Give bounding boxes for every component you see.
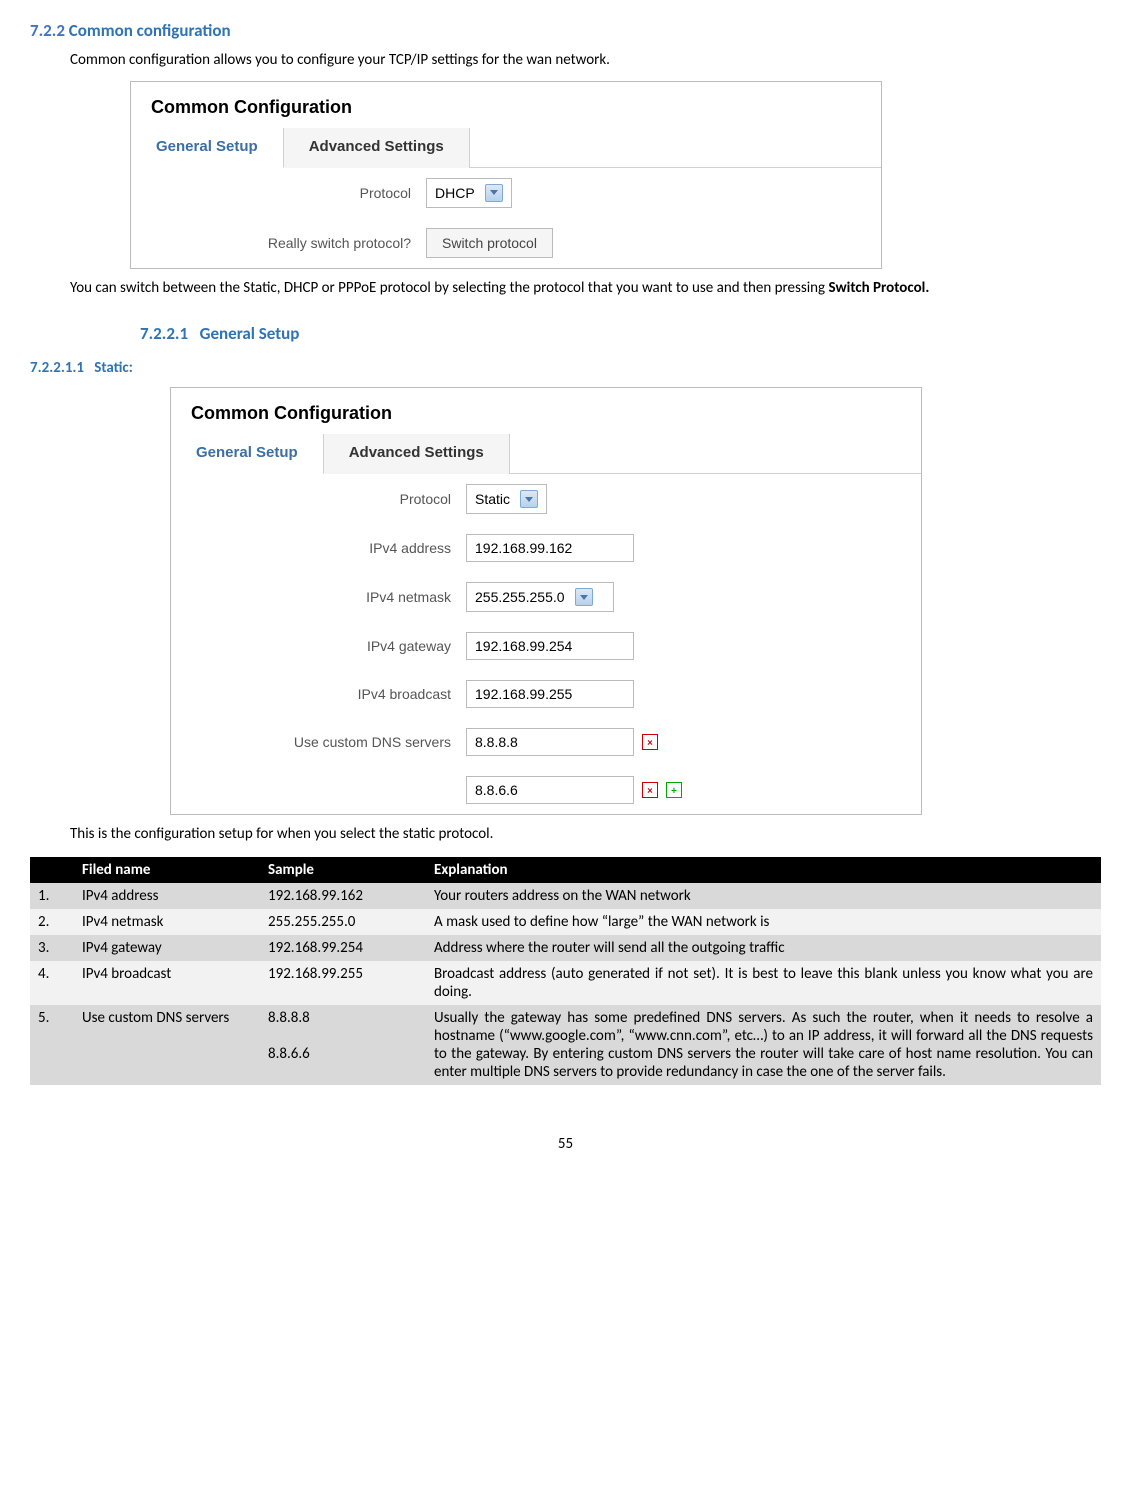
row-dns-1: Use custom DNS servers 8.8.8.8 × [171, 718, 921, 766]
page-number: 55 [30, 1135, 1101, 1153]
field-explanation-table: Filed name Sample Explanation 1. IPv4 ad… [30, 857, 1101, 1085]
panel2-caption: This is the configuration setup for when… [70, 825, 1101, 845]
row-switch-protocol: Really switch protocol? Switch protocol [131, 218, 881, 268]
cell-num: 1. [30, 883, 74, 909]
table-row: 4. IPv4 broadcast 192.168.99.255 Broadca… [30, 961, 1101, 1005]
header-blank [30, 857, 74, 883]
label-ipv4-broadcast: IPv4 broadcast [171, 686, 466, 702]
header-explanation: Explanation [426, 857, 1101, 883]
ipv4-netmask-select[interactable]: 255.255.255.0 [466, 582, 614, 612]
label-protocol: Protocol [171, 491, 466, 507]
chevron-down-icon [520, 490, 538, 508]
table-header-row: Filed name Sample Explanation [30, 857, 1101, 883]
subsubsection-heading: 7.2.2.1.1 Static: [30, 359, 1101, 377]
section-heading: 7.2.2 Common configuration [30, 20, 1101, 41]
table-row: 5. Use custom DNS servers 8.8.8.8 8.8.6.… [30, 1005, 1101, 1085]
row-ipv4-gateway: IPv4 gateway 192.168.99.254 [171, 622, 921, 670]
dns-input-1[interactable]: 8.8.8.8 [466, 728, 634, 756]
label-protocol: Protocol [131, 185, 426, 201]
cell-expl: Broadcast address (auto generated if not… [426, 961, 1101, 1005]
section-number: 7.2.2 [30, 20, 65, 41]
row-ipv4-address: IPv4 address 192.168.99.162 [171, 524, 921, 572]
header-field: Filed name [74, 857, 260, 883]
cell-sample: 192.168.99.254 [260, 935, 426, 961]
cell-sample: 8.8.8.8 8.8.6.6 [260, 1005, 426, 1085]
table-row: 1. IPv4 address 192.168.99.162 Your rout… [30, 883, 1101, 909]
delete-icon[interactable]: × [642, 782, 658, 798]
cell-field: IPv4 netmask [74, 909, 260, 935]
tab-general-setup[interactable]: General Setup [171, 434, 324, 474]
switch-protocol-button[interactable]: Switch protocol [426, 228, 553, 258]
cell-sample: 255.255.255.0 [260, 909, 426, 935]
panel-title: Common Configuration [131, 82, 881, 128]
ipv4-gateway-input[interactable]: 192.168.99.254 [466, 632, 634, 660]
subsection-number: 7.2.2.1 [140, 323, 188, 344]
switch-protocol-bold: Switch Protocol. [829, 279, 930, 297]
tabs: General Setup Advanced Settings [131, 128, 881, 168]
cell-expl: Address where the router will send all t… [426, 935, 1101, 961]
row-dns-2: 8.8.6.6 × + [171, 766, 921, 814]
subsubsection-number: 7.2.2.1.1 [30, 359, 84, 377]
subsection-heading: 7.2.2.1 General Setup [140, 323, 1101, 344]
chevron-down-icon [485, 184, 503, 202]
chevron-down-icon [575, 588, 593, 606]
section-title: Common configuration [69, 20, 231, 41]
protocol-value: Static [475, 491, 510, 507]
label-ipv4-netmask: IPv4 netmask [171, 589, 466, 605]
table-row: 2. IPv4 netmask 255.255.255.0 A mask use… [30, 909, 1101, 935]
ipv4-address-input[interactable]: 192.168.99.162 [466, 534, 634, 562]
screenshot-static-panel: Common Configuration General Setup Advan… [170, 387, 922, 815]
label-ipv4-address: IPv4 address [171, 540, 466, 556]
switch-text: You can switch between the Static, DHCP … [70, 279, 829, 297]
cell-expl: A mask used to define how “large” the WA… [426, 909, 1101, 935]
cell-field: IPv4 broadcast [74, 961, 260, 1005]
panel-title: Common Configuration [171, 388, 921, 434]
row-ipv4-broadcast: IPv4 broadcast 192.168.99.255 [171, 670, 921, 718]
subsection-title: General Setup [200, 323, 300, 344]
cell-num: 2. [30, 909, 74, 935]
cell-expl: Your routers address on the WAN network [426, 883, 1101, 909]
tab-advanced-settings[interactable]: Advanced Settings [324, 434, 510, 474]
netmask-value: 255.255.255.0 [475, 589, 565, 605]
cell-sample: 192.168.99.255 [260, 961, 426, 1005]
cell-num: 5. [30, 1005, 74, 1085]
protocol-select[interactable]: Static [466, 484, 547, 514]
label-switch: Really switch protocol? [131, 235, 426, 251]
cell-expl: Usually the gateway has some predefined … [426, 1005, 1101, 1085]
header-sample: Sample [260, 857, 426, 883]
cell-num: 4. [30, 961, 74, 1005]
row-protocol: Protocol DHCP [131, 168, 881, 218]
cell-field: IPv4 address [74, 883, 260, 909]
label-ipv4-gateway: IPv4 gateway [171, 638, 466, 654]
section-intro: Common configuration allows you to confi… [70, 51, 1101, 71]
table-row: 3. IPv4 gateway 192.168.99.254 Address w… [30, 935, 1101, 961]
switch-explanation: You can switch between the Static, DHCP … [30, 279, 1101, 299]
cell-field: IPv4 gateway [74, 935, 260, 961]
cell-sample: 192.168.99.162 [260, 883, 426, 909]
tab-general-setup[interactable]: General Setup [131, 128, 284, 168]
protocol-select[interactable]: DHCP [426, 178, 512, 208]
cell-num: 3. [30, 935, 74, 961]
label-dns: Use custom DNS servers [171, 734, 466, 750]
tab-advanced-settings[interactable]: Advanced Settings [284, 128, 470, 168]
protocol-value: DHCP [435, 185, 475, 201]
row-ipv4-netmask: IPv4 netmask 255.255.255.0 [171, 572, 921, 622]
ipv4-broadcast-input[interactable]: 192.168.99.255 [466, 680, 634, 708]
add-icon[interactable]: + [666, 782, 682, 798]
dns-input-2[interactable]: 8.8.6.6 [466, 776, 634, 804]
tabs: General Setup Advanced Settings [171, 434, 921, 474]
cell-field: Use custom DNS servers [74, 1005, 260, 1085]
row-protocol: Protocol Static [171, 474, 921, 524]
delete-icon[interactable]: × [642, 734, 658, 750]
subsubsection-title: Static: [94, 359, 133, 377]
screenshot-dhcp-panel: Common Configuration General Setup Advan… [130, 81, 882, 269]
